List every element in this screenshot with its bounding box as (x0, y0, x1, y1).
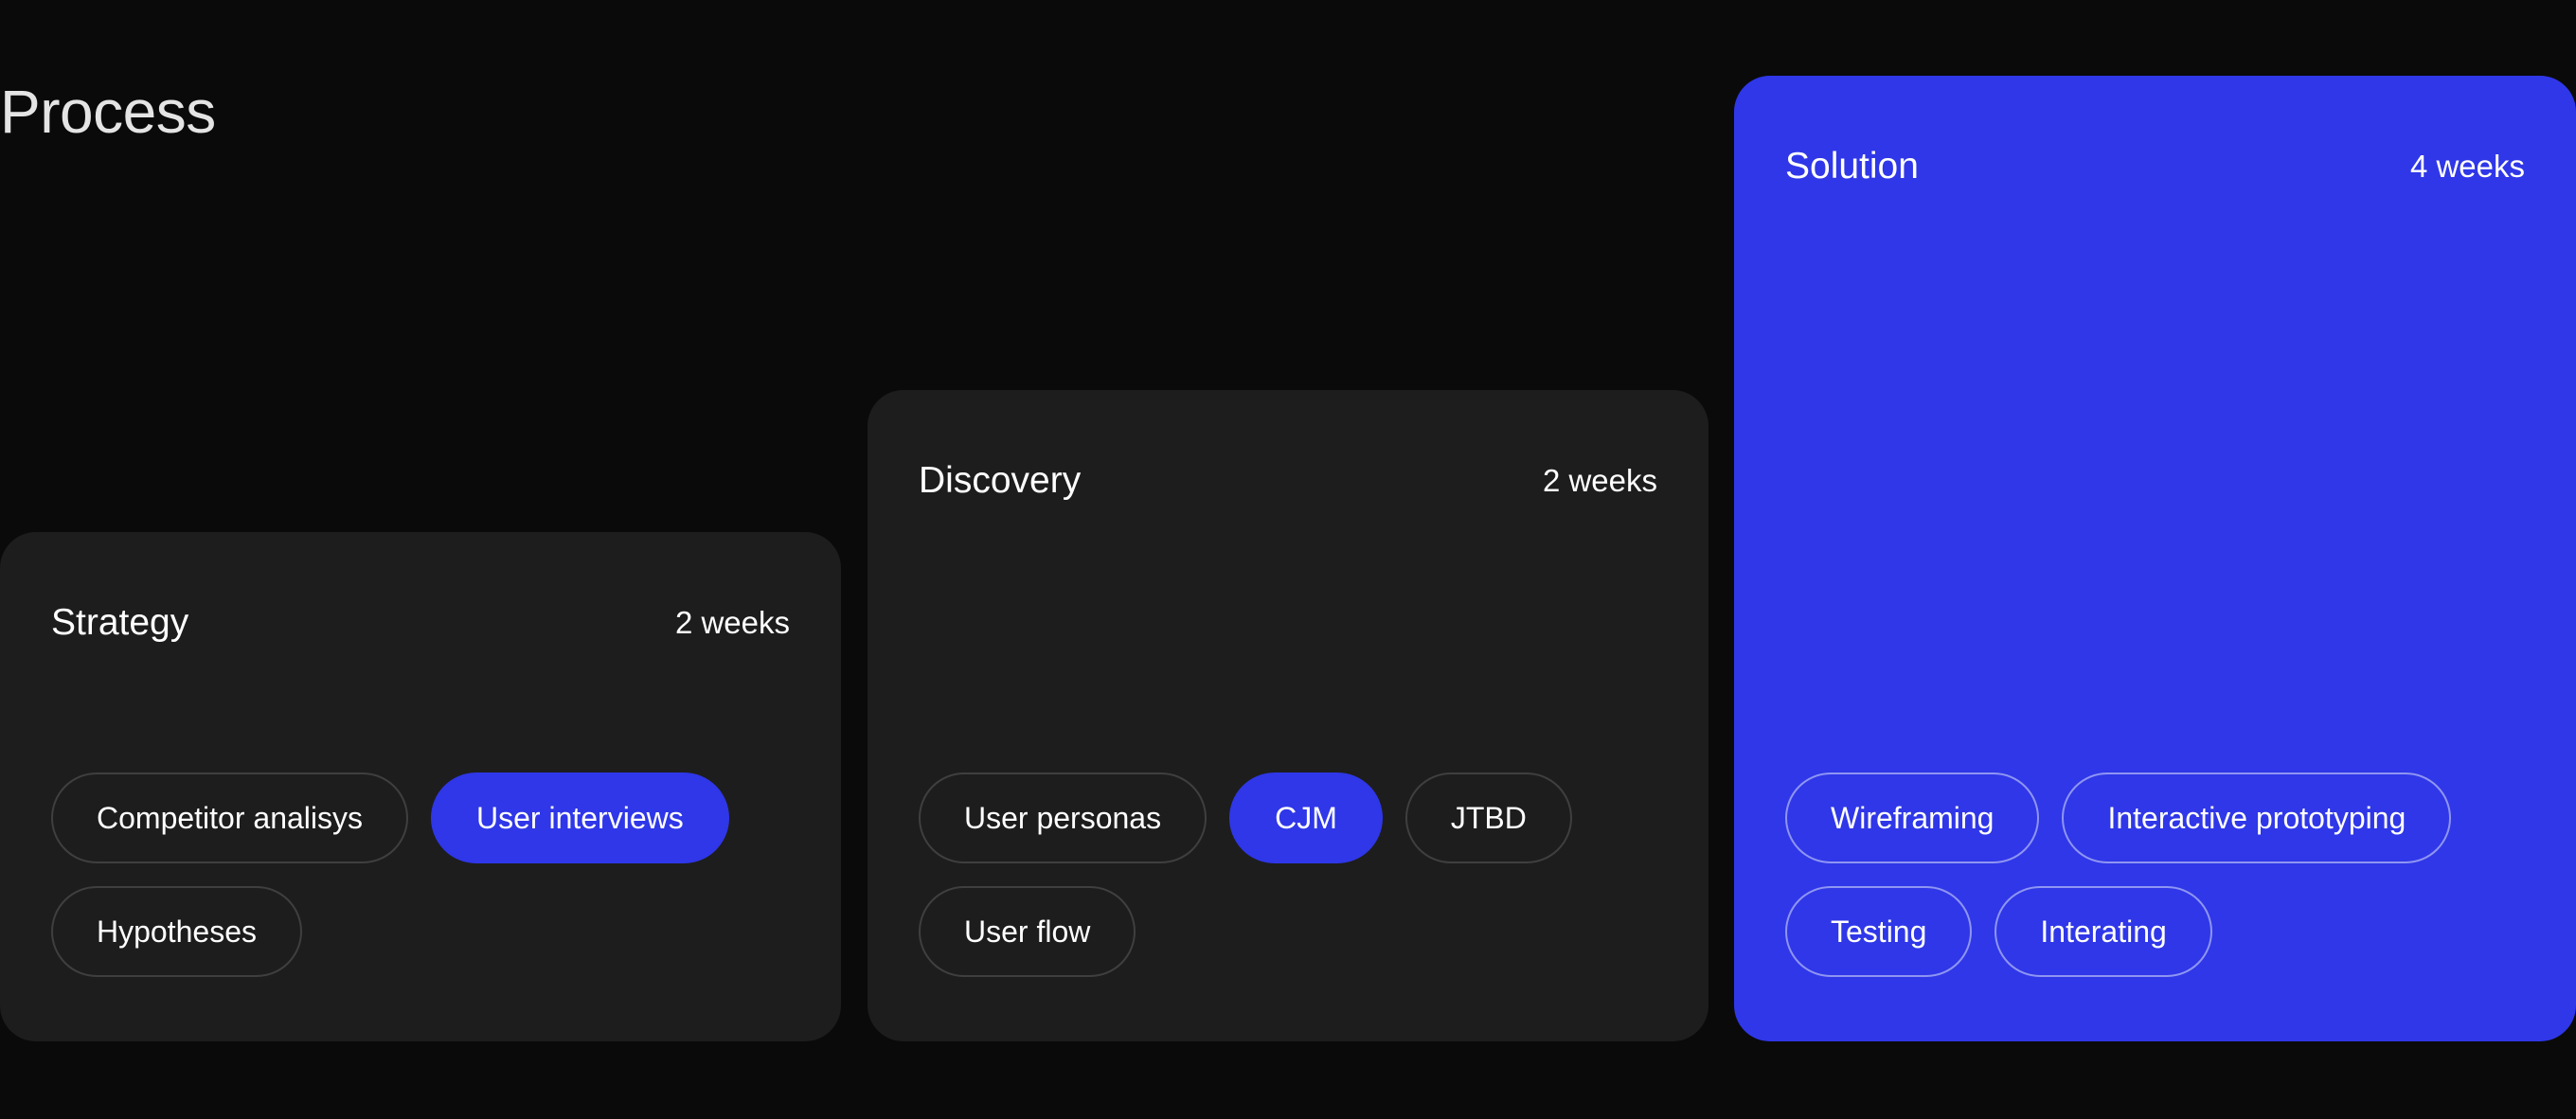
tag-interactive-prototyping[interactable]: Interactive prototyping (2062, 773, 2452, 863)
tag-competitor-analysis[interactable]: Competitor analisys (51, 773, 408, 863)
stage-duration: 2 weeks (674, 605, 790, 640)
stage-duration: 2 weeks (1542, 463, 1657, 498)
tag-hypotheses[interactable]: Hypotheses (51, 886, 302, 977)
stage-card-solution: Solution 4 weeks Wireframing Interactive… (1734, 76, 2576, 1041)
tag-cjm[interactable]: CJM (1229, 773, 1383, 863)
tag-user-flow[interactable]: User flow (919, 886, 1136, 977)
tag-interating[interactable]: Interating (1995, 886, 2212, 977)
card-header: Strategy 2 weeks (51, 598, 790, 648)
stage-card-strategy: Strategy 2 weeks Competitor analisys Use… (0, 532, 841, 1041)
tag-testing[interactable]: Testing (1785, 886, 1973, 977)
stage-title: Solution (1785, 146, 1919, 186)
tag-user-personas[interactable]: User personas (919, 773, 1208, 863)
tag-user-interviews[interactable]: User interviews (431, 773, 729, 863)
stage-duration: 4 weeks (2409, 149, 2525, 184)
card-header: Solution 4 weeks (1785, 142, 2525, 191)
stage-title: Strategy (51, 602, 189, 643)
tag-jtbd[interactable]: JTBD (1404, 773, 1572, 863)
stage-title: Discovery (919, 460, 1082, 501)
tag-wireframing[interactable]: Wireframing (1785, 773, 2040, 863)
tag-list: Wireframing Interactive prototyping Test… (1785, 773, 2538, 977)
page-title: Process (0, 78, 216, 146)
tag-list: User personas CJM JTBD User flow (919, 773, 1671, 977)
card-header: Discovery 2 weeks (919, 456, 1657, 506)
tag-list: Competitor analisys User interviews Hypo… (51, 773, 803, 977)
stage-card-discovery: Discovery 2 weeks User personas CJM JTBD… (868, 390, 1708, 1041)
